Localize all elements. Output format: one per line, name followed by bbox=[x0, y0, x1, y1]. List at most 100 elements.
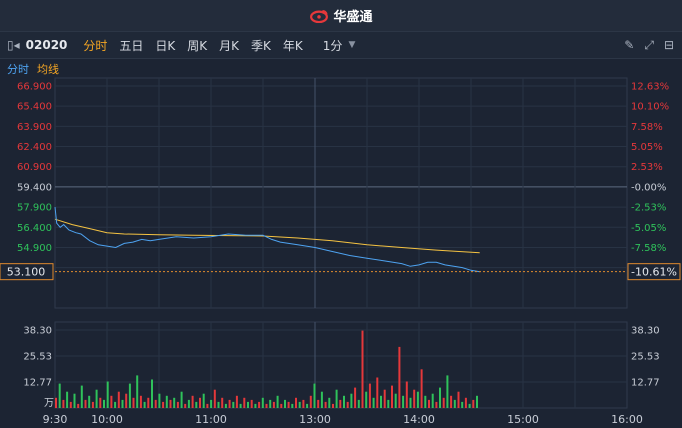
volume-bar bbox=[280, 403, 283, 408]
volume-bar bbox=[324, 401, 327, 408]
chevron-down-icon[interactable]: ▼ bbox=[348, 40, 355, 50]
volume-bar bbox=[228, 399, 231, 408]
price-tick-label: 54.900 bbox=[17, 243, 52, 254]
percent-tick-label: 12.63% bbox=[631, 82, 669, 93]
volume-bar bbox=[191, 395, 194, 408]
volume-bar bbox=[446, 375, 449, 408]
volume-tick-label: 25.53 bbox=[23, 352, 52, 363]
price-tick-label: 53.400 bbox=[17, 263, 52, 274]
interval-select[interactable]: 1分 bbox=[323, 37, 343, 54]
pin-icon[interactable]: ⊟ bbox=[664, 38, 674, 52]
volume-bar bbox=[320, 391, 323, 408]
volume-bar bbox=[383, 389, 386, 408]
price-tick-label: 56.400 bbox=[17, 223, 52, 234]
volume-tick-label: 12.77 bbox=[23, 377, 52, 388]
tab-daily-k[interactable]: 日K bbox=[155, 37, 175, 54]
volume-bar bbox=[95, 389, 98, 408]
volume-bar bbox=[339, 399, 342, 408]
price-tick-label: 60.900 bbox=[17, 162, 52, 173]
volume-bar bbox=[365, 391, 368, 408]
current-price-label: 53.100 bbox=[7, 266, 46, 279]
percent-tick-label: -7.58% bbox=[631, 243, 666, 254]
volume-bar bbox=[295, 397, 297, 408]
volume-bar bbox=[453, 399, 456, 408]
volume-bar bbox=[206, 403, 209, 408]
tab-weekly-k[interactable]: 周K bbox=[187, 37, 207, 54]
volume-bar bbox=[450, 395, 453, 408]
tab-yearly-k[interactable]: 年K bbox=[283, 37, 303, 54]
pencil-icon[interactable]: ✎ bbox=[624, 38, 634, 52]
volume-bar bbox=[391, 385, 393, 408]
volume-bar bbox=[110, 395, 113, 408]
price-tick-label: 66.900 bbox=[17, 82, 52, 93]
volume-tick-label-right: 38.30 bbox=[631, 326, 660, 337]
percent-tick-label: -0.00% bbox=[631, 182, 666, 193]
tab-monthly-k[interactable]: 月K bbox=[219, 37, 239, 54]
volume-bar bbox=[99, 397, 102, 408]
volume-bar bbox=[221, 397, 224, 408]
volume-bar bbox=[435, 401, 438, 408]
volume-bar bbox=[298, 401, 301, 408]
volume-bar bbox=[328, 397, 331, 408]
brand-logo: 华盛通 bbox=[309, 6, 373, 25]
volume-bar bbox=[165, 395, 168, 408]
volume-bar bbox=[346, 401, 349, 408]
percent-tick-label: 7.58% bbox=[631, 122, 663, 133]
percent-tick-label: 2.53% bbox=[631, 162, 663, 173]
volume-bar bbox=[77, 403, 80, 408]
brand-name: 华盛通 bbox=[333, 10, 373, 25]
volume-bar bbox=[136, 375, 139, 408]
volume-bar bbox=[232, 401, 235, 408]
time-tick-label: 13:00 bbox=[299, 413, 331, 426]
expand-icon[interactable]: ⤢ bbox=[644, 38, 654, 53]
tab-quarterly-k[interactable]: 季K bbox=[251, 37, 271, 54]
current-pct-box bbox=[627, 263, 681, 281]
volume-bar bbox=[210, 399, 213, 408]
volume-bar bbox=[91, 401, 94, 408]
volume-bar bbox=[354, 387, 357, 408]
collapse-panel-icon[interactable]: ▯◂ bbox=[7, 38, 20, 52]
volume-bar bbox=[88, 395, 91, 408]
volume-bar bbox=[114, 401, 117, 408]
percent-tick-label: 10.10% bbox=[631, 102, 669, 113]
volume-bar bbox=[117, 391, 120, 408]
volume-bar bbox=[287, 401, 290, 408]
price-line bbox=[54, 207, 480, 273]
volume-bar bbox=[309, 395, 312, 408]
volume-bar bbox=[213, 389, 216, 408]
percent-tick-label: 5.05% bbox=[631, 142, 663, 153]
volume-bar bbox=[394, 393, 397, 408]
price-tick-label: 63.900 bbox=[17, 122, 52, 133]
current-price-marker: 53.100 -10.61% bbox=[0, 263, 681, 281]
volume-bar bbox=[235, 395, 238, 408]
price-tick-label: 59.400 bbox=[17, 182, 52, 193]
volume-bar bbox=[306, 403, 309, 408]
volume-bar bbox=[457, 391, 460, 408]
price-tick-label: 57.900 bbox=[17, 203, 52, 214]
volume-bar bbox=[151, 379, 153, 408]
volume-bar bbox=[398, 346, 401, 408]
volume-bar bbox=[276, 395, 279, 408]
volume-unit-label: 万 bbox=[44, 398, 54, 409]
volume-bar bbox=[173, 397, 176, 408]
volume-bars bbox=[55, 330, 478, 408]
percent-tick-label: -2.53% bbox=[631, 203, 666, 214]
volume-bar bbox=[224, 403, 227, 408]
volume-bar bbox=[62, 399, 65, 408]
volume-bar bbox=[195, 401, 198, 408]
legend-average-line: 均线 bbox=[37, 63, 59, 76]
volume-bar bbox=[103, 399, 105, 408]
volume-bar bbox=[464, 397, 467, 408]
volume-bar bbox=[147, 397, 150, 408]
volume-bar bbox=[143, 401, 146, 408]
volume-bar bbox=[247, 401, 249, 408]
volume-bar bbox=[376, 377, 379, 408]
volume-plot-frame bbox=[54, 321, 628, 409]
tab-intraday[interactable]: 分时 bbox=[83, 37, 107, 54]
volume-bar bbox=[199, 397, 201, 408]
volume-bar bbox=[128, 383, 131, 408]
volume-bar bbox=[442, 397, 445, 408]
volume-bar bbox=[302, 399, 305, 408]
stock-code: 02020 bbox=[25, 38, 68, 52]
tab-five-day[interactable]: 五日 bbox=[119, 37, 143, 54]
